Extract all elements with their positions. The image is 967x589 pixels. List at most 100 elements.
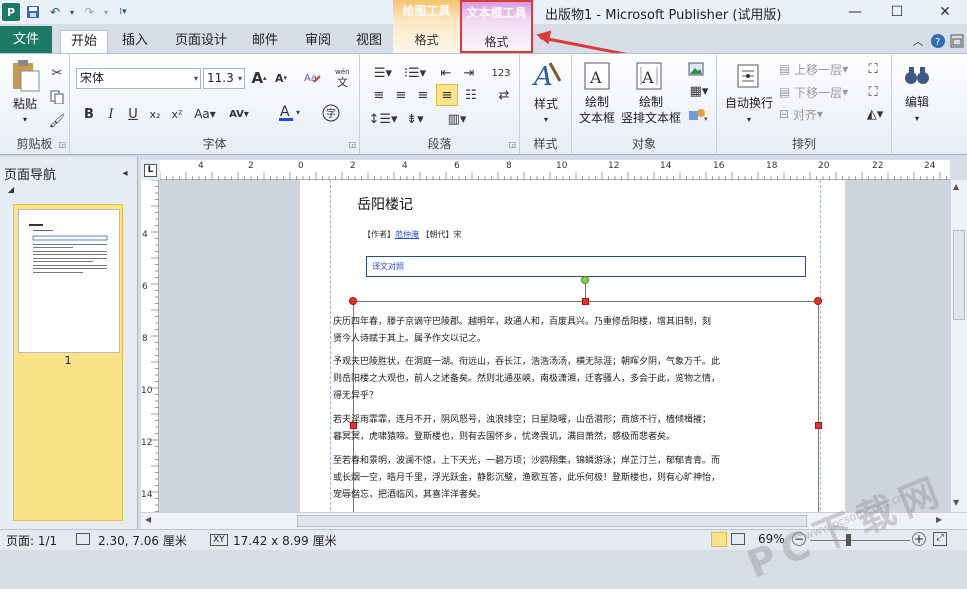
draw-textbox-icon[interactable]: A <box>582 60 612 92</box>
paste-button[interactable]: 粘贴 <box>6 96 44 112</box>
publisher-logo-icon[interactable]: P <box>2 3 20 21</box>
customize-qat-icon[interactable]: ⁞▾ <box>114 3 132 21</box>
rotate-handle[interactable] <box>581 276 589 284</box>
tab-home[interactable]: 开始 <box>60 30 108 53</box>
paste-dropdown-icon[interactable]: ▾ <box>6 112 44 128</box>
cut-icon[interactable]: ✂ <box>46 62 68 84</box>
table-icon[interactable]: ▦▾ <box>685 80 713 102</box>
section-expand-icon[interactable]: ◢ <box>5 183 17 195</box>
editing-button[interactable]: 编辑 <box>892 94 942 110</box>
vertical-scrollbar[interactable]: ▲ ▼ <box>950 180 967 512</box>
single-page-view-icon[interactable] <box>711 532 727 547</box>
line-spacing-icon[interactable]: ↕☰▾ <box>368 108 398 130</box>
status-page[interactable]: 页面: 1/1 <box>6 532 57 549</box>
styles-button[interactable]: 样式 <box>520 96 572 112</box>
numbering-icon[interactable]: ⁝☰▾ <box>400 62 430 84</box>
draw-textbox-button[interactable]: 绘制 文本框 <box>572 94 622 126</box>
character-spacing-icon[interactable]: AV▾ <box>223 103 255 125</box>
font-name-combo[interactable]: 宋体 ▾ <box>76 68 201 89</box>
font-size-dropdown-icon[interactable]: ▾ <box>238 69 242 88</box>
align-button[interactable]: ⊟ 对齐 ▾ <box>779 103 859 125</box>
find-binoculars-icon[interactable] <box>902 60 932 90</box>
align-right-icon[interactable]: ≡ <box>412 84 434 106</box>
tab-file[interactable]: 文件 <box>0 26 52 53</box>
change-case-icon[interactable]: Aa▾ <box>190 103 220 125</box>
superscript-icon[interactable]: x² <box>166 103 188 125</box>
publication-page[interactable]: 岳阳楼记 【作者】范仲淹 【朝代】宋 译文对照 庆历四年春，滕子京谪守巴陵郡。越… <box>300 180 845 512</box>
line-numbering-icon[interactable]: 123 <box>490 62 512 84</box>
clear-format-icon[interactable]: Aa <box>302 67 324 89</box>
wrap-text-button[interactable]: 自动换行 <box>719 95 779 111</box>
picture-icon[interactable] <box>685 58 707 80</box>
bold-icon[interactable]: B <box>78 103 100 125</box>
drawing-tools-format-tab[interactable]: 格式 <box>393 31 460 48</box>
horizontal-ruler[interactable]: 4 2 0 2 4 6 8 10 12 14 16 18 20 22 24 <box>159 160 950 180</box>
phonetic-guide-icon[interactable]: wén 文 <box>332 64 358 90</box>
redo-icon[interactable]: ↷ <box>80 3 98 21</box>
translation-box[interactable]: 译文对照 <box>366 256 806 277</box>
scroll-up-icon[interactable]: ▲ <box>953 182 959 191</box>
draw-vertical-textbox-button[interactable]: 绘制 竖排文本框 <box>618 94 684 126</box>
save-icon[interactable] <box>24 3 42 21</box>
text-direction-icon[interactable]: ⇄ <box>493 84 515 106</box>
maximize-button[interactable]: ☐ <box>877 2 917 22</box>
ribbon-collapse-icon[interactable]: ︿ <box>907 30 929 52</box>
shrink-font-icon[interactable]: A ▾ <box>270 67 292 89</box>
bring-forward-button[interactable]: ▤ 上移一层 ▾ <box>779 58 859 80</box>
close-button[interactable]: ✕ <box>925 2 965 22</box>
resize-handle-top[interactable] <box>582 298 589 305</box>
zoom-in-icon[interactable]: + <box>912 532 926 546</box>
collapse-pane-icon[interactable]: ◂ <box>114 162 136 184</box>
document-title[interactable]: 岳阳楼记 <box>357 194 413 214</box>
resize-handle-top-right[interactable] <box>814 297 822 305</box>
draw-vertical-textbox-icon[interactable]: A <box>634 60 664 92</box>
vertical-ruler[interactable]: 4 6 8 10 12 14 <box>141 179 159 512</box>
format-painter-icon[interactable]: 🖌 <box>46 110 68 132</box>
paragraph-spacing-icon[interactable]: ⇟▾ <box>400 108 430 130</box>
subscript-icon[interactable]: x₂ <box>144 103 166 125</box>
font-color-icon[interactable]: A ▾ <box>275 101 307 123</box>
undo-dropdown-icon[interactable]: ▾ <box>68 3 76 21</box>
columns-icon[interactable]: ▥▾ <box>442 108 472 130</box>
font-launcher-icon[interactable]: ◲ <box>348 140 356 149</box>
redo-dropdown-icon[interactable]: ▾ <box>102 3 110 21</box>
increase-indent-icon[interactable]: ⇥ <box>458 62 480 84</box>
tab-mailings[interactable]: 邮件 <box>243 30 287 53</box>
tab-page-design[interactable]: 页面设计 <box>170 30 232 53</box>
wrap-text-dropdown-icon[interactable]: ▾ <box>719 112 779 128</box>
author-link[interactable]: 范仲淹 <box>395 230 419 239</box>
enclose-character-icon[interactable]: 字 <box>320 102 342 124</box>
ruler-corner[interactable]: L <box>141 160 160 180</box>
fit-page-icon[interactable]: ⤢ <box>933 532 947 546</box>
rotate-icon[interactable]: ◭▾ <box>862 103 888 125</box>
grow-font-icon[interactable]: A ▴ <box>248 67 270 89</box>
underline-icon[interactable]: U <box>122 103 144 125</box>
ungroup-icon[interactable]: ⛶ <box>862 81 884 103</box>
minimize-button[interactable]: — <box>835 2 875 22</box>
page-thumbnail[interactable]: 1 <box>13 204 123 521</box>
font-name-dropdown-icon[interactable]: ▾ <box>194 69 198 88</box>
vertical-scroll-thumb[interactable] <box>953 230 965 320</box>
group-icon[interactable]: ⛶ <box>862 58 884 80</box>
align-left-icon[interactable]: ≡ <box>368 84 390 106</box>
italic-icon[interactable]: I <box>100 103 122 125</box>
align-center-icon[interactable]: ≡ <box>390 84 412 106</box>
editing-dropdown-icon[interactable]: ▾ <box>892 111 942 127</box>
font-size-combo[interactable]: 11.3 ▾ <box>203 68 245 89</box>
horizontal-scroll-thumb[interactable] <box>297 515 807 527</box>
styles-dropdown-icon[interactable]: ▾ <box>520 112 572 128</box>
tab-insert[interactable]: 插入 <box>113 30 157 53</box>
tab-view[interactable]: 视图 <box>347 30 391 53</box>
author-line[interactable]: 【作者】范仲淹 【朝代】宋 <box>363 229 462 240</box>
distribute-icon[interactable]: ☷ <box>460 84 482 106</box>
resize-handle-top-left[interactable] <box>349 297 357 305</box>
paragraph-launcher-icon[interactable]: ◲ <box>508 140 516 149</box>
send-backward-button[interactable]: ▤ 下移一层 ▾ <box>779 81 859 103</box>
resize-handle-right[interactable] <box>815 422 822 429</box>
bullets-icon[interactable]: ☰▾ <box>368 62 398 84</box>
document-workspace[interactable]: 岳阳楼记 【作者】范仲淹 【朝代】宋 译文对照 庆历四年春，滕子京谪守巴陵郡。越… <box>160 180 950 512</box>
decrease-indent-icon[interactable]: ⇤ <box>435 62 457 84</box>
window-restore-icon[interactable] <box>946 30 967 52</box>
textbox-tools-tab[interactable]: 文本框工具 格式 <box>460 0 533 53</box>
scroll-left-icon[interactable]: ◀ <box>145 515 151 524</box>
